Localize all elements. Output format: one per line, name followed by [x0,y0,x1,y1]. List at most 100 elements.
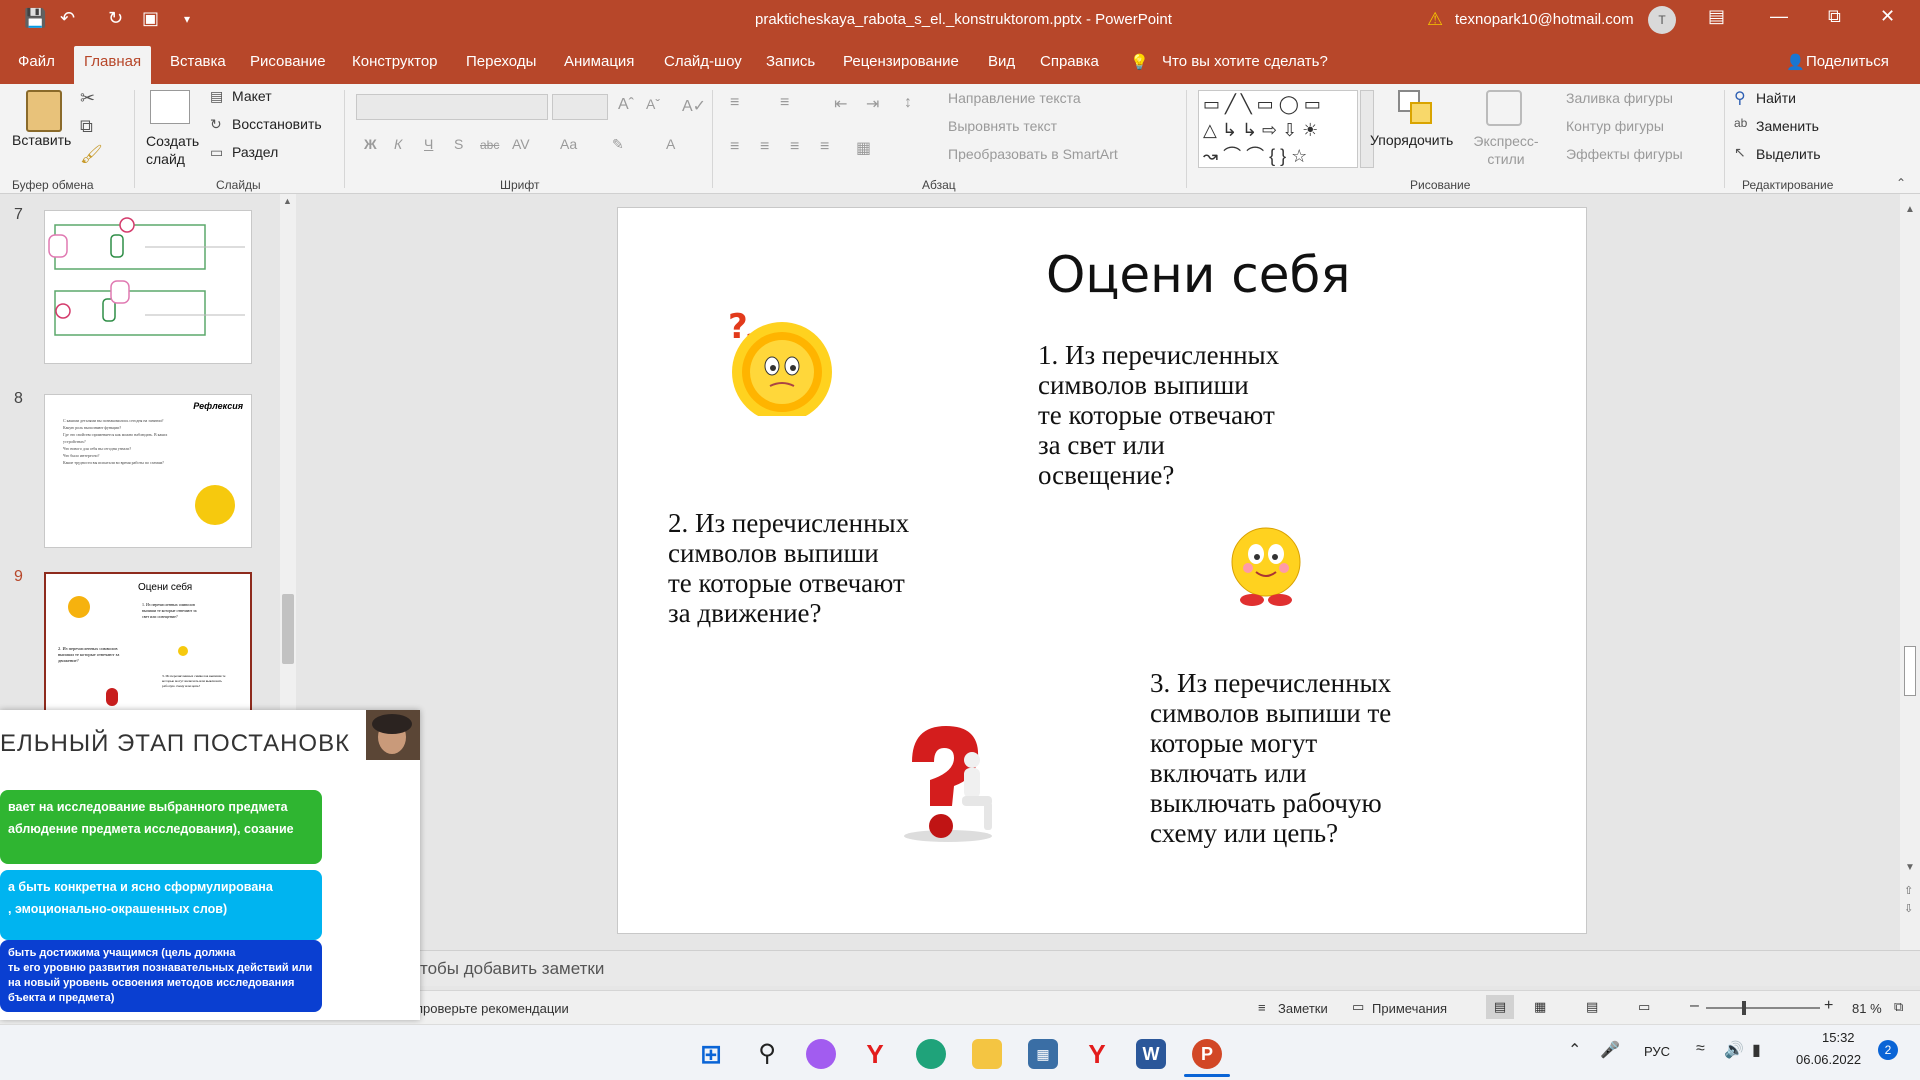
paste-icon[interactable] [26,90,62,132]
notes-toggle[interactable]: Заметки [1278,1001,1328,1016]
columns-icon[interactable]: ▦ [856,138,871,158]
numbering-icon[interactable]: ≡ [780,94,789,112]
comments-toggle[interactable]: Примечания [1372,1001,1447,1016]
yandex-icon[interactable]: Y [1082,1039,1112,1069]
justify-icon[interactable]: ≡ [820,138,829,156]
close-icon[interactable]: ✕ [1880,6,1895,27]
clock-date[interactable]: 06.06.2022 [1796,1052,1861,1067]
highlight-icon[interactable]: ✎ [612,136,624,153]
save-icon[interactable]: 💾 [24,8,46,29]
alice-icon[interactable] [806,1039,836,1069]
editor-scrollbar[interactable]: ▲ ▼ ⇧ ⇩ [1900,194,1920,950]
shapes-gallery[interactable]: ▭ ╱ ╲ ▭ ◯ ▭ △ ↳ ↳ ⇨ ⇩ ☀ ↝ ⌒ ⌒ { } ☆ [1198,90,1358,168]
italic-button[interactable]: К [394,136,402,152]
yandex-browser-icon[interactable]: Y [860,1039,890,1069]
copy-icon[interactable]: ⧉ [80,116,93,137]
slide-sorter-icon[interactable]: ▦ [1534,999,1546,1015]
zoom-out-icon[interactable]: – [1690,997,1699,1015]
cut-icon[interactable]: ✂ [80,88,95,109]
edge-icon[interactable] [916,1039,946,1069]
editor-scroll-thumb[interactable] [1904,646,1916,696]
find-button[interactable]: Найти [1756,90,1796,106]
language-indicator[interactable]: РУС [1644,1044,1670,1059]
notes-pane[interactable]: тобы добавить заметки [300,950,1920,986]
powerpoint-icon[interactable]: P [1192,1039,1222,1069]
slideshow-view-icon[interactable]: ▭ [1638,999,1650,1015]
tab-record[interactable]: Запись [766,53,815,70]
tab-insert[interactable]: Вставка [170,53,226,70]
tab-help[interactable]: Справка [1040,53,1099,70]
tab-transitions[interactable]: Переходы [466,53,536,70]
word-icon[interactable]: W [1136,1039,1166,1069]
next-slide-icon[interactable]: ⇩ [1904,902,1913,915]
slide-thumbnail-9-selected[interactable]: Оцени себя 1. Из перечисленных символов … [44,572,252,718]
thumbnails-scroll-thumb[interactable] [282,594,294,664]
zoom-in-icon[interactable]: + [1824,997,1833,1015]
quick-styles-icon[interactable] [1486,90,1522,126]
bold-button[interactable]: Ж [364,136,377,152]
reset-button[interactable]: Восстановить [232,116,322,132]
decrease-indent-icon[interactable]: ⇤ [834,94,847,114]
zoom-slider-thumb[interactable] [1742,1001,1746,1015]
share-button[interactable]: Поделиться [1806,53,1889,70]
slide-thumbnail-8[interactable]: Рефлексия С какими деталями вы познакоми… [44,394,252,548]
customize-qat-icon[interactable]: ▾ [184,12,190,26]
battery-icon[interactable]: ▮ [1752,1040,1761,1060]
warning-icon[interactable]: ⚠ [1427,9,1443,30]
new-slide-button[interactable]: Создать слайд [146,132,206,168]
tray-expand-icon[interactable]: ⌃ [1568,1040,1581,1060]
fit-to-window-icon[interactable]: ⧉ [1894,999,1903,1015]
question-3[interactable]: 3. Из перечисленных символов выпиши те к… [1150,668,1391,848]
font-size-input[interactable] [552,94,608,120]
search-icon[interactable]: ⚲ [752,1039,782,1069]
tab-file[interactable]: Файл [18,53,55,70]
underline-button[interactable]: Ч [424,136,433,152]
accessibility-status[interactable]: проверьте рекомендации [416,1001,569,1016]
smartart-button[interactable]: Преобразовать в SmartArt [948,146,1118,162]
paste-button[interactable]: Вставить [12,132,71,148]
collapse-ribbon-icon[interactable]: ⌃ [1896,176,1906,190]
account-email[interactable]: texnopark10@hotmail.com [1455,11,1634,28]
tab-review[interactable]: Рецензирование [843,53,959,70]
shape-effects-button[interactable]: Эффекты фигуры [1566,146,1683,162]
minimize-icon[interactable]: — [1770,6,1788,27]
presenter-icon[interactable]: ▣ [142,8,159,29]
strikethrough-button[interactable]: abc [480,138,499,152]
ribbon-display-icon[interactable]: ▤ [1708,6,1725,27]
replace-button[interactable]: Заменить [1756,118,1819,134]
video-call-overlay[interactable]: ЕЛЬНЫЙ ЭТАП ПОСТАНОВК вает на исследован… [0,710,420,1020]
align-right-icon[interactable]: ≡ [790,138,799,156]
slide-thumbnail-7[interactable] [44,210,252,364]
tab-view[interactable]: Вид [988,53,1015,70]
zoom-level[interactable]: 81 % [1852,1001,1882,1016]
shrink-font-icon[interactable]: Aˇ [646,96,660,112]
microphone-icon[interactable]: 🎤 [1600,1040,1620,1060]
reading-view-icon[interactable]: ▤ [1586,999,1598,1015]
tab-draw[interactable]: Рисование [250,53,326,70]
start-icon[interactable]: ⊞ [696,1039,726,1069]
question-1[interactable]: 1. Из перечисленных символов выпиши те к… [1038,340,1279,490]
section-button[interactable]: Раздел [232,144,278,160]
shapes-gallery-scroll[interactable] [1360,90,1374,168]
new-slide-icon[interactable] [150,90,190,124]
align-text-button[interactable]: Выровнять текст [948,118,1057,134]
arrange-button[interactable]: Упорядочить [1370,132,1453,148]
shape-outline-button[interactable]: Контур фигуры [1566,118,1664,134]
zoom-slider[interactable] [1706,1001,1820,1015]
avatar[interactable]: T [1648,6,1676,34]
volume-icon[interactable]: 🔊 [1724,1040,1744,1060]
shadow-button[interactable]: S [454,136,463,152]
select-button[interactable]: Выделить [1756,146,1821,162]
file-explorer-icon[interactable] [972,1039,1002,1069]
clock-time[interactable]: 15:32 [1822,1030,1855,1045]
grow-font-icon[interactable]: Aˆ [618,96,634,114]
font-color-button[interactable]: A [666,136,675,152]
bullets-icon[interactable]: ≡ [730,94,739,112]
layout-button[interactable]: Макет [232,88,272,104]
quick-styles-button[interactable]: Экспресс-стили [1470,132,1542,168]
align-left-icon[interactable]: ≡ [730,138,739,156]
align-center-icon[interactable]: ≡ [760,138,769,156]
prev-slide-icon[interactable]: ⇧ [1904,884,1913,897]
maximize-icon[interactable]: ⧉ [1828,6,1841,27]
share-icon[interactable]: 👤 [1786,53,1805,71]
